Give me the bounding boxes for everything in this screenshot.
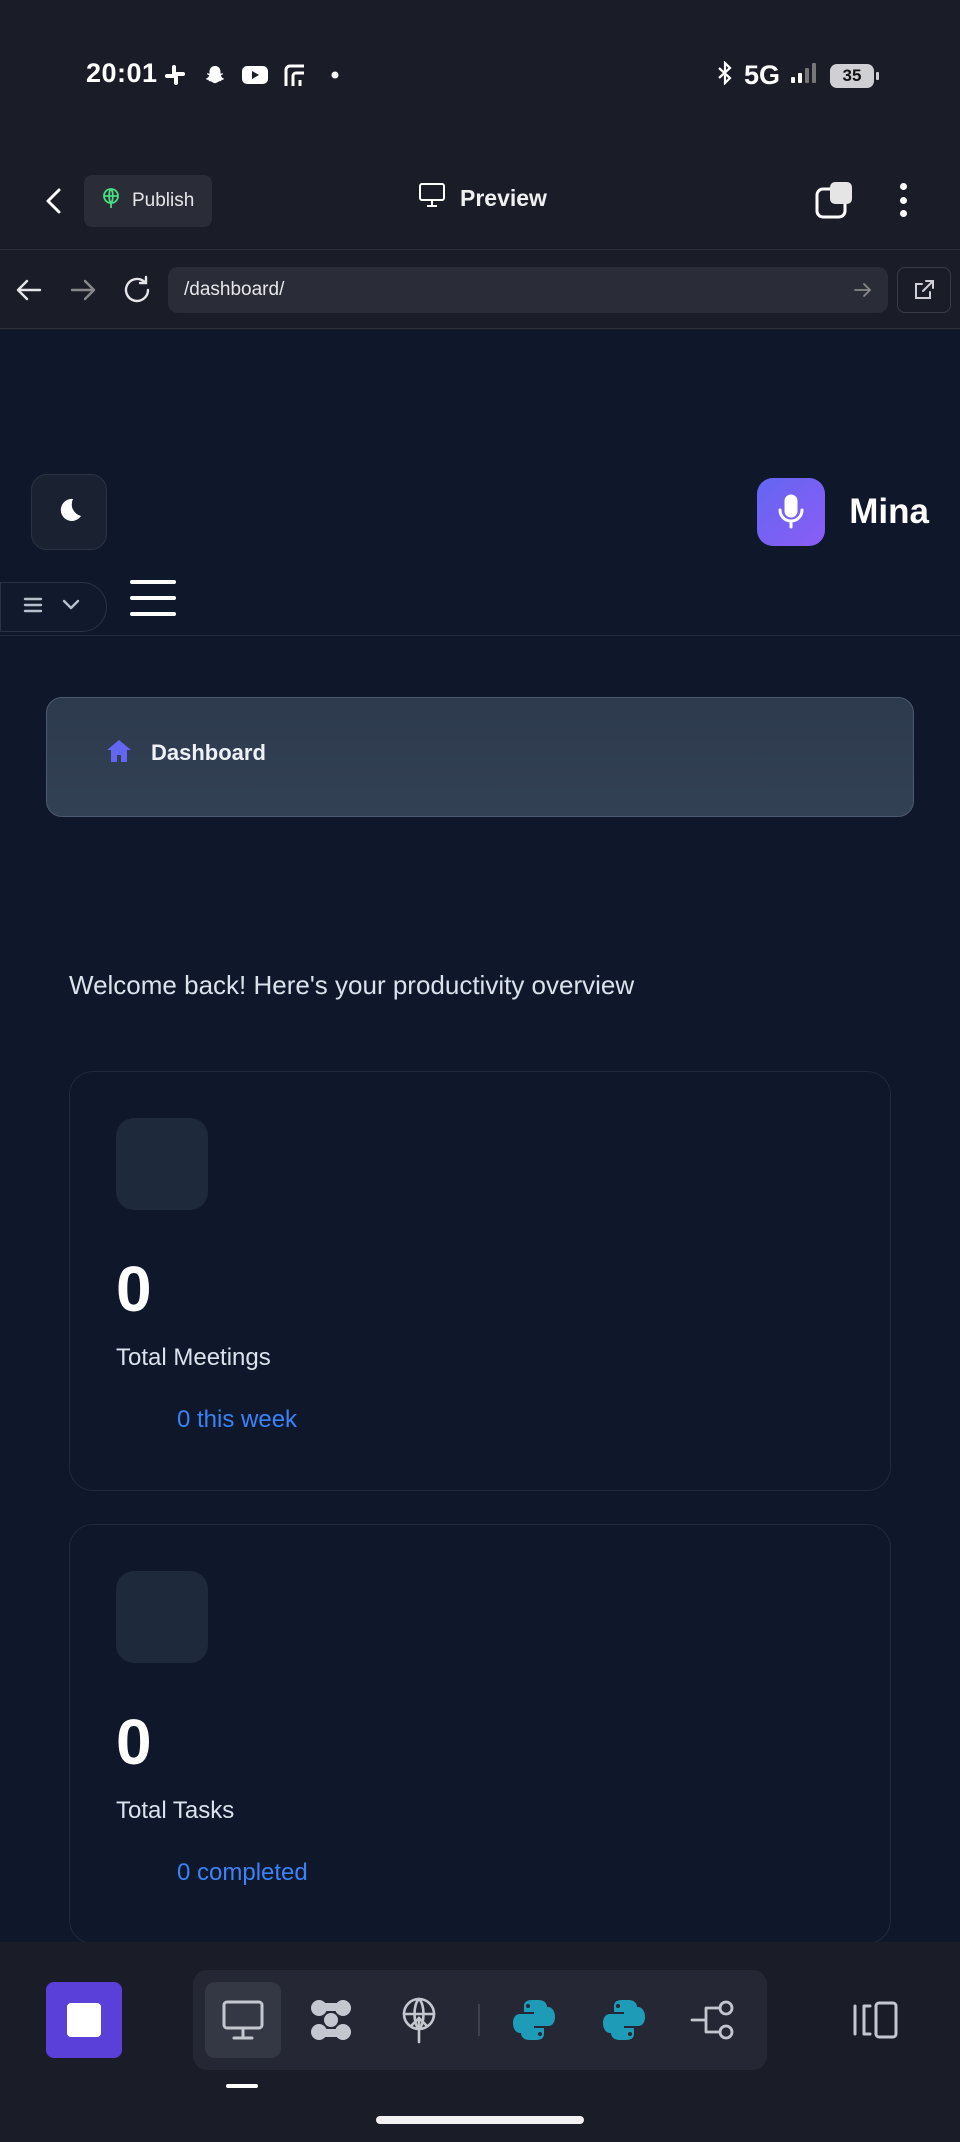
active-tool-indicator [226,2084,258,2088]
signal-icon [790,61,820,90]
dot-icon [322,62,348,88]
tasks-icon [116,1571,208,1663]
deploy-icon[interactable] [381,1982,457,2058]
stat-label: Total Tasks [116,1797,235,1824]
theme-toggle-button[interactable] [31,474,107,550]
status-time: 20:01 [86,58,158,88]
brand-name: Mina [849,492,929,531]
monitor-icon [418,182,446,214]
app-viewport: Mina Dashboard Welcome back! Here's your… [0,330,960,1942]
go-arrow-icon[interactable] [852,279,874,301]
open-external-icon[interactable] [897,267,951,313]
status-bar: 20:01 5G 35 [0,0,960,150]
bluetooth-icon [716,60,734,90]
publish-label: Publish [132,190,195,211]
side-panel-icon[interactable] [852,1998,900,2042]
network-type: 5G [743,60,780,90]
reload-icon[interactable] [120,273,154,307]
flow-icon[interactable] [675,1982,751,2058]
stat-value: 0 [116,1706,152,1778]
home-icon[interactable] [105,738,133,769]
url-bar: /dashboard/ [0,251,960,329]
url-input[interactable]: /dashboard/ [168,267,888,313]
bottom-toolbar [0,1942,960,2142]
sidebar-toggle[interactable] [0,582,107,632]
list-icon [23,597,43,618]
publish-icon [100,187,122,215]
toolbar-separator [478,2004,480,2036]
back-arrow-icon[interactable] [12,273,46,307]
header-divider [0,635,960,636]
stop-button[interactable] [46,1982,122,2058]
pinwheel-icon[interactable] [293,1982,369,2058]
tabs-icon[interactable] [814,180,854,220]
breadcrumb-current[interactable]: Dashboard [151,740,266,766]
monitor-icon[interactable] [205,1982,281,2058]
python-icon[interactable] [496,1982,572,2058]
stat-subtext: 0 completed [177,1859,308,1886]
stat-label: Total Meetings [116,1344,271,1371]
slack-icon [162,62,188,88]
breadcrumb: Dashboard [46,697,914,817]
python-icon[interactable] [586,1982,662,2058]
stat-card-meetings[interactable]: 0 Total Meetings 0 this week [69,1071,891,1491]
youtube-icon [242,62,268,88]
preview-label: Preview [460,184,547,211]
stat-value: 0 [116,1253,152,1325]
snapchat-icon [202,62,228,88]
more-options-icon[interactable] [888,180,918,220]
welcome-message: Welcome back! Here's your productivity o… [69,970,635,1000]
stat-card-tasks[interactable]: 0 Total Tasks 0 completed [69,1524,891,1942]
brand: Mina [757,478,929,546]
hamburger-menu-icon[interactable] [130,580,176,616]
moon-icon [54,495,84,530]
app-icon [282,62,308,88]
system-status: 5G 35 [716,60,879,91]
microphone-icon [757,478,826,546]
stop-icon [67,2003,101,2037]
notification-icons [162,62,348,88]
preview-mode[interactable]: Preview [418,182,547,214]
battery-icon: 35 [830,63,879,88]
stat-subtext: 0 this week [177,1406,298,1433]
preview-toolbar: Publish Preview [0,150,960,250]
publish-button[interactable]: Publish [84,175,212,227]
meetings-icon [116,1118,208,1210]
back-chevron-icon[interactable] [38,184,72,218]
tool-group [193,1970,767,2070]
home-indicator[interactable] [376,2116,584,2124]
forward-arrow-icon[interactable] [66,273,100,307]
chevron-down-icon [61,598,81,617]
url-text: /dashboard/ [184,279,285,300]
